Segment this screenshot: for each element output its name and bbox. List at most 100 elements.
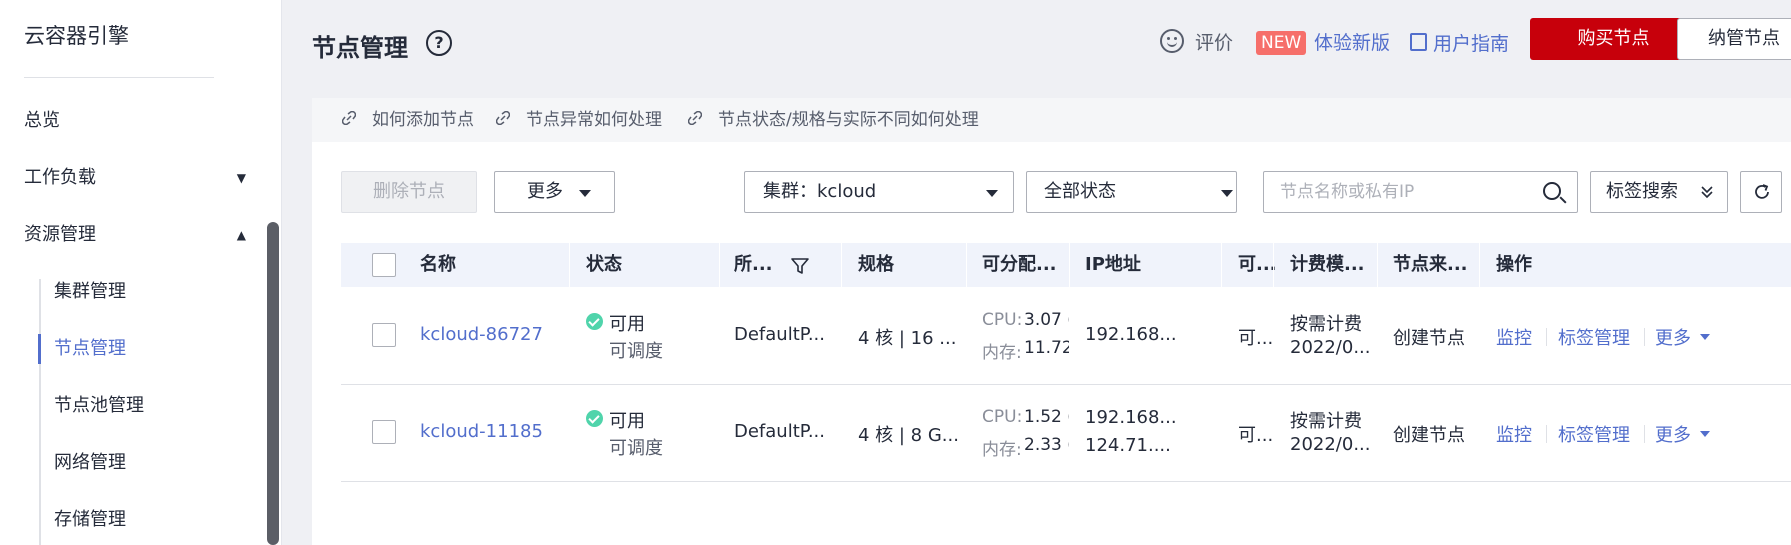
column-header-az[interactable]: 可... xyxy=(1238,243,1277,287)
column-header-status[interactable]: 状态 xyxy=(586,243,622,287)
row-more-link[interactable]: 更多 xyxy=(1655,324,1691,350)
table-row: kcloud-11185 可用 可调度 DefaultP... 4 核 | 8 … xyxy=(341,385,1791,482)
column-divider xyxy=(1377,243,1378,287)
manage-node-button[interactable]: 纳管节点 xyxy=(1677,18,1791,60)
status-select-value: 全部状态 xyxy=(1044,181,1116,202)
node-az: 可... xyxy=(1238,425,1274,446)
column-header-spec[interactable]: 规格 xyxy=(858,243,894,287)
try-new-version-link[interactable]: 体验新版 xyxy=(1314,30,1390,56)
sidebar-item-label: 节点管理 xyxy=(54,338,126,359)
sidebar-item-storage[interactable]: 存储管理 xyxy=(54,505,254,535)
faq-node-error-link[interactable]: 节点异常如何处理 xyxy=(526,108,662,132)
sidebar-item-overview[interactable]: 总览 xyxy=(24,106,254,136)
column-divider xyxy=(1221,243,1222,287)
node-public-ip: 124.71.... xyxy=(1085,435,1171,456)
column-header-source[interactable]: 节点来... xyxy=(1393,243,1468,287)
cluster-select-value: 集群：kcloud xyxy=(763,181,877,202)
memory-value: 2.33 ( xyxy=(1024,435,1069,455)
column-header-pool[interactable]: 所... xyxy=(734,243,773,287)
node-name-link[interactable]: kcloud-11185 xyxy=(420,421,543,442)
sidebar-item-label: 网络管理 xyxy=(54,452,126,473)
sidebar-item-resources[interactable]: 资源管理 ▲ xyxy=(24,220,254,250)
user-guide-link[interactable]: 用户指南 xyxy=(1433,31,1509,57)
tag-search-label: 标签搜索 xyxy=(1606,181,1678,202)
billing-date: 2022/0... xyxy=(1290,337,1371,358)
help-icon[interactable]: ? xyxy=(426,30,452,56)
faq-add-node-link[interactable]: 如何添加节点 xyxy=(372,108,474,132)
monitor-link[interactable]: 监控 xyxy=(1496,324,1532,350)
link-icon xyxy=(342,111,356,125)
monitor-link[interactable]: 监控 xyxy=(1496,421,1532,447)
link-icon xyxy=(496,111,510,125)
cpu-label: CPU: xyxy=(982,407,1023,427)
faq-node-status-link[interactable]: 节点状态/规格与实际不同如何处理 xyxy=(718,108,979,132)
sidebar-item-label: 节点池管理 xyxy=(54,395,144,416)
action-divider xyxy=(1644,425,1645,443)
search-input[interactable] xyxy=(1264,172,1524,212)
caret-down-icon xyxy=(1700,431,1710,437)
more-button-label: 更多 xyxy=(527,181,563,202)
status-select[interactable]: 全部状态 xyxy=(1026,171,1237,213)
tag-manage-link[interactable]: 标签管理 xyxy=(1558,421,1630,447)
search-box xyxy=(1263,171,1578,213)
node-ip: 192.168... xyxy=(1085,324,1177,345)
tag-manage-link[interactable]: 标签管理 xyxy=(1558,324,1630,350)
node-status: 可用 xyxy=(609,314,645,335)
active-indicator xyxy=(38,334,41,364)
refresh-icon xyxy=(1755,184,1769,199)
row-more-link[interactable]: 更多 xyxy=(1655,421,1691,447)
sidebar-item-network[interactable]: 网络管理 xyxy=(54,448,254,478)
node-schedulable: 可调度 xyxy=(609,341,663,362)
column-divider xyxy=(569,243,570,287)
billing-mode: 按需计费 xyxy=(1290,314,1362,335)
node-name-link[interactable]: kcloud-86727 xyxy=(420,324,543,345)
feedback-link[interactable]: 评价 xyxy=(1195,30,1233,56)
sidebar-scrollbar[interactable] xyxy=(267,222,279,545)
column-header-name[interactable]: 名称 xyxy=(420,243,456,287)
chevron-up-icon: ▲ xyxy=(236,228,246,242)
chevron-down-icon: ▼ xyxy=(236,171,246,185)
node-source: 创建节点 xyxy=(1393,425,1465,446)
sidebar-divider xyxy=(24,77,214,78)
select-all-checkbox[interactable] xyxy=(372,253,396,277)
billing-date: 2022/0... xyxy=(1290,434,1371,455)
node-schedulable: 可调度 xyxy=(609,438,663,459)
column-header-billing[interactable]: 计费模... xyxy=(1290,243,1365,287)
action-divider xyxy=(1546,328,1547,346)
table-row: kcloud-86727 可用 可调度 DefaultP... 4 核 | 16… xyxy=(341,288,1791,385)
sidebar-item-workloads[interactable]: 工作负载 ▼ xyxy=(24,163,254,193)
cluster-select[interactable]: 集群：kcloud xyxy=(744,171,1014,213)
node-spec: 4 核 | 16 ... xyxy=(858,328,957,349)
sidebar-item-label: 集群管理 xyxy=(54,281,126,302)
new-badge: NEW xyxy=(1256,31,1307,55)
check-circle-icon xyxy=(586,410,603,427)
sidebar-item-label: 工作负载 xyxy=(24,167,96,188)
row-checkbox[interactable] xyxy=(372,420,396,444)
cpu-label: CPU: xyxy=(982,310,1023,330)
delete-node-button[interactable]: 删除节点 xyxy=(341,171,477,213)
tag-search-button[interactable]: 标签搜索 xyxy=(1590,171,1728,213)
link-icon xyxy=(688,111,702,125)
sidebar-item-clusters[interactable]: 集群管理 xyxy=(54,277,254,307)
column-divider xyxy=(841,243,842,287)
node-source: 创建节点 xyxy=(1393,328,1465,349)
sidebar-item-node-pools[interactable]: 节点池管理 xyxy=(54,391,254,421)
sidebar-item-nodes[interactable]: 节点管理 xyxy=(54,334,254,364)
refresh-button[interactable] xyxy=(1740,171,1782,213)
smile-icon[interactable] xyxy=(1160,29,1184,53)
column-divider xyxy=(1479,243,1480,287)
more-button[interactable]: 更多 xyxy=(494,171,615,213)
memory-label: 内存: xyxy=(982,343,1022,363)
buy-node-button[interactable]: 购买节点 xyxy=(1530,18,1697,60)
column-header-ip[interactable]: IP地址 xyxy=(1085,243,1141,287)
sidebar-item-label: 存储管理 xyxy=(54,509,126,530)
node-pool: DefaultP... xyxy=(734,421,825,442)
row-checkbox[interactable] xyxy=(372,323,396,347)
sidebar-item-label: 资源管理 xyxy=(24,224,96,245)
sidebar: 云容器引擎 总览 工作负载 ▼ 资源管理 ▲ 集群管理 节点管理 节点池管理 网… xyxy=(0,0,282,545)
filter-icon[interactable] xyxy=(790,256,810,276)
column-header-allocatable[interactable]: 可分配... xyxy=(982,243,1057,287)
search-icon[interactable] xyxy=(1543,182,1561,200)
app-title: 云容器引擎 xyxy=(24,24,129,48)
node-az: 可... xyxy=(1238,328,1274,349)
